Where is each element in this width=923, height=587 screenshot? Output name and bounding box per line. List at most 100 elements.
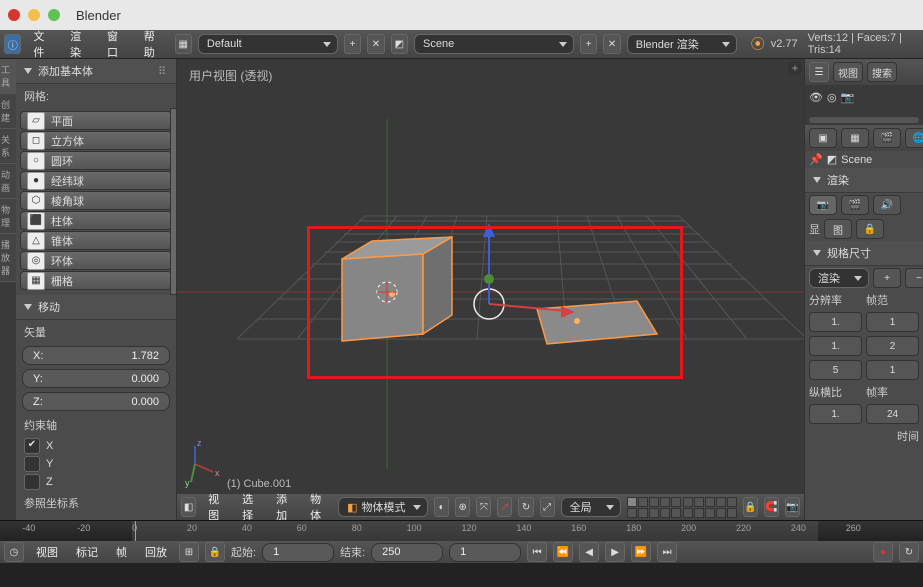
- jump-end-button[interactable]: ⏭: [657, 542, 677, 562]
- eye-icon[interactable]: 👁: [809, 91, 823, 104]
- fps-dropdown[interactable]: 24: [866, 404, 919, 424]
- manipulator-toggle-icon[interactable]: ⤧: [476, 497, 491, 517]
- frame-step-field[interactable]: 1: [866, 360, 919, 380]
- scrollbar[interactable]: [170, 108, 177, 295]
- layout-add-button[interactable]: +: [344, 34, 361, 54]
- menu-file[interactable]: 文件: [27, 26, 58, 62]
- preset-remove-button[interactable]: −: [905, 268, 923, 288]
- layer-10[interactable]: [671, 508, 681, 518]
- tl-menu-playback[interactable]: 回放: [139, 542, 173, 562]
- render-anim-button[interactable]: 🎬: [841, 195, 869, 215]
- constraint-x-checkbox[interactable]: ✔: [24, 438, 40, 454]
- preset-dropdown[interactable]: 渲染: [809, 268, 869, 288]
- layer-18[interactable]: [705, 508, 715, 518]
- aspect-x-field[interactable]: 1.: [809, 404, 862, 424]
- pivot-icon[interactable]: ⊕: [455, 497, 470, 517]
- minimize-window-icon[interactable]: [28, 9, 40, 21]
- mesh-cylinder-button[interactable]: ⬛柱体: [20, 211, 172, 230]
- menu-window[interactable]: 窗口: [101, 26, 132, 62]
- scene-browse-icon[interactable]: ◩: [391, 34, 408, 54]
- outliner-type-icon[interactable]: ☰: [809, 62, 829, 82]
- shading-sphere-icon[interactable]: ◐: [434, 497, 449, 517]
- operator-panel-header[interactable]: 移动: [16, 295, 176, 320]
- tab-player[interactable]: 播放器: [0, 234, 16, 282]
- close-window-icon[interactable]: [8, 9, 20, 21]
- vp-menu-select[interactable]: 选择: [236, 489, 264, 520]
- frame-end-field[interactable]: 2: [866, 336, 919, 356]
- mesh-plane-button[interactable]: ▱平面: [20, 111, 172, 130]
- scene-delete-button[interactable]: ✕: [603, 34, 620, 54]
- manipulator-rotate-icon[interactable]: ↻: [518, 497, 533, 517]
- orientation-dropdown[interactable]: 全局: [561, 497, 621, 517]
- layer-17[interactable]: [694, 508, 704, 518]
- menu-help[interactable]: 帮助: [138, 26, 169, 62]
- manipulator-translate-icon[interactable]: ↗: [497, 497, 512, 517]
- mesh-cube-button[interactable]: ◻立方体: [20, 131, 172, 150]
- lock-layers-icon[interactable]: 🔒: [743, 497, 758, 517]
- display-mode-dropdown[interactable]: 图: [824, 219, 852, 239]
- drag-handle-icon[interactable]: ⠿: [158, 65, 168, 78]
- mesh-uvsphere-button[interactable]: ●经纬球: [20, 171, 172, 190]
- jump-start-button[interactable]: ⏮: [527, 542, 547, 562]
- res-x-field[interactable]: 1.: [809, 312, 862, 332]
- snap-icon[interactable]: 🧲: [764, 497, 779, 517]
- play-sound-button[interactable]: 🔊: [873, 195, 901, 215]
- layer-8[interactable]: [649, 508, 659, 518]
- layout-dropdown[interactable]: Default: [198, 34, 338, 54]
- lock-ui-icon[interactable]: 🔒: [856, 219, 884, 239]
- vp-menu-add[interactable]: 添加: [270, 489, 298, 520]
- viewport-3d[interactable]: 用户视图 (透视) +: [177, 59, 804, 520]
- start-frame-field[interactable]: 1: [262, 543, 334, 562]
- layer-15[interactable]: [727, 497, 737, 507]
- scrollbar-h[interactable]: [809, 117, 919, 123]
- layer-13[interactable]: [705, 497, 715, 507]
- render-preview-icon[interactable]: 📷: [785, 497, 800, 517]
- lock-range-icon[interactable]: 🔒: [205, 542, 225, 562]
- mesh-icosphere-button[interactable]: ⬡棱角球: [20, 191, 172, 210]
- res-y-field[interactable]: 1.: [809, 336, 862, 356]
- props-tab-render-icon[interactable]: ▣: [809, 128, 837, 148]
- render-panel-header[interactable]: 渲染: [805, 168, 923, 193]
- layer-2[interactable]: [638, 497, 648, 507]
- layer-7[interactable]: [638, 508, 648, 518]
- render-image-button[interactable]: 📷: [809, 195, 837, 215]
- tl-menu-frame[interactable]: 帧: [110, 542, 133, 562]
- end-frame-field[interactable]: 250: [371, 543, 443, 562]
- tab-physics[interactable]: 物理: [0, 199, 16, 234]
- screen-browse-icon[interactable]: ▦: [175, 34, 192, 54]
- res-pct-field[interactable]: 5: [809, 360, 862, 380]
- dimensions-panel-header[interactable]: 规格尺寸: [805, 241, 923, 266]
- layer-16[interactable]: [683, 508, 693, 518]
- vp-menu-object[interactable]: 物体: [304, 489, 332, 520]
- tab-relations[interactable]: 关系: [0, 129, 16, 164]
- layer-5[interactable]: [671, 497, 681, 507]
- layer-3[interactable]: [649, 497, 659, 507]
- tl-menu-view[interactable]: 视图: [30, 542, 64, 562]
- keyframe-next-button[interactable]: ⏩: [631, 542, 651, 562]
- props-tab-world-icon[interactable]: 🌐: [905, 128, 923, 148]
- render-engine-dropdown[interactable]: Blender 渲染: [627, 34, 737, 54]
- layer-9[interactable]: [660, 508, 670, 518]
- timeline-editor-icon[interactable]: ◷: [4, 542, 24, 562]
- vector-y-field[interactable]: Y:0.000: [22, 369, 170, 388]
- constraint-y-checkbox[interactable]: [24, 456, 40, 472]
- editor-type-icon[interactable]: ◧: [181, 497, 196, 517]
- menu-render[interactable]: 渲染: [64, 26, 95, 62]
- current-frame-field[interactable]: 1: [449, 543, 521, 562]
- render-vis-icon[interactable]: 📷: [841, 91, 855, 104]
- vector-x-field[interactable]: X:1.782: [22, 346, 170, 365]
- add-primitive-header[interactable]: 添加基本体 ⠿: [16, 59, 176, 84]
- scene-add-button[interactable]: +: [580, 34, 597, 54]
- mesh-torus-button[interactable]: ◎环体: [20, 251, 172, 270]
- cursor-icon[interactable]: ◎: [827, 91, 837, 104]
- timeline-ruler[interactable]: -40 -20 0 20 40 60 80 100 120 140 160 18…: [0, 520, 923, 541]
- frame-start-field[interactable]: 1: [866, 312, 919, 332]
- vp-menu-view[interactable]: 视图: [202, 489, 230, 520]
- outliner-body[interactable]: 👁 ◎ 📷: [805, 85, 923, 125]
- layer-11[interactable]: [683, 497, 693, 507]
- vector-z-field[interactable]: Z:0.000: [22, 392, 170, 411]
- tl-menu-marker[interactable]: 标记: [70, 542, 104, 562]
- manipulator-scale-icon[interactable]: ⤢: [540, 497, 555, 517]
- props-tab-layers-icon[interactable]: ▦: [841, 128, 869, 148]
- layer-4[interactable]: [660, 497, 670, 507]
